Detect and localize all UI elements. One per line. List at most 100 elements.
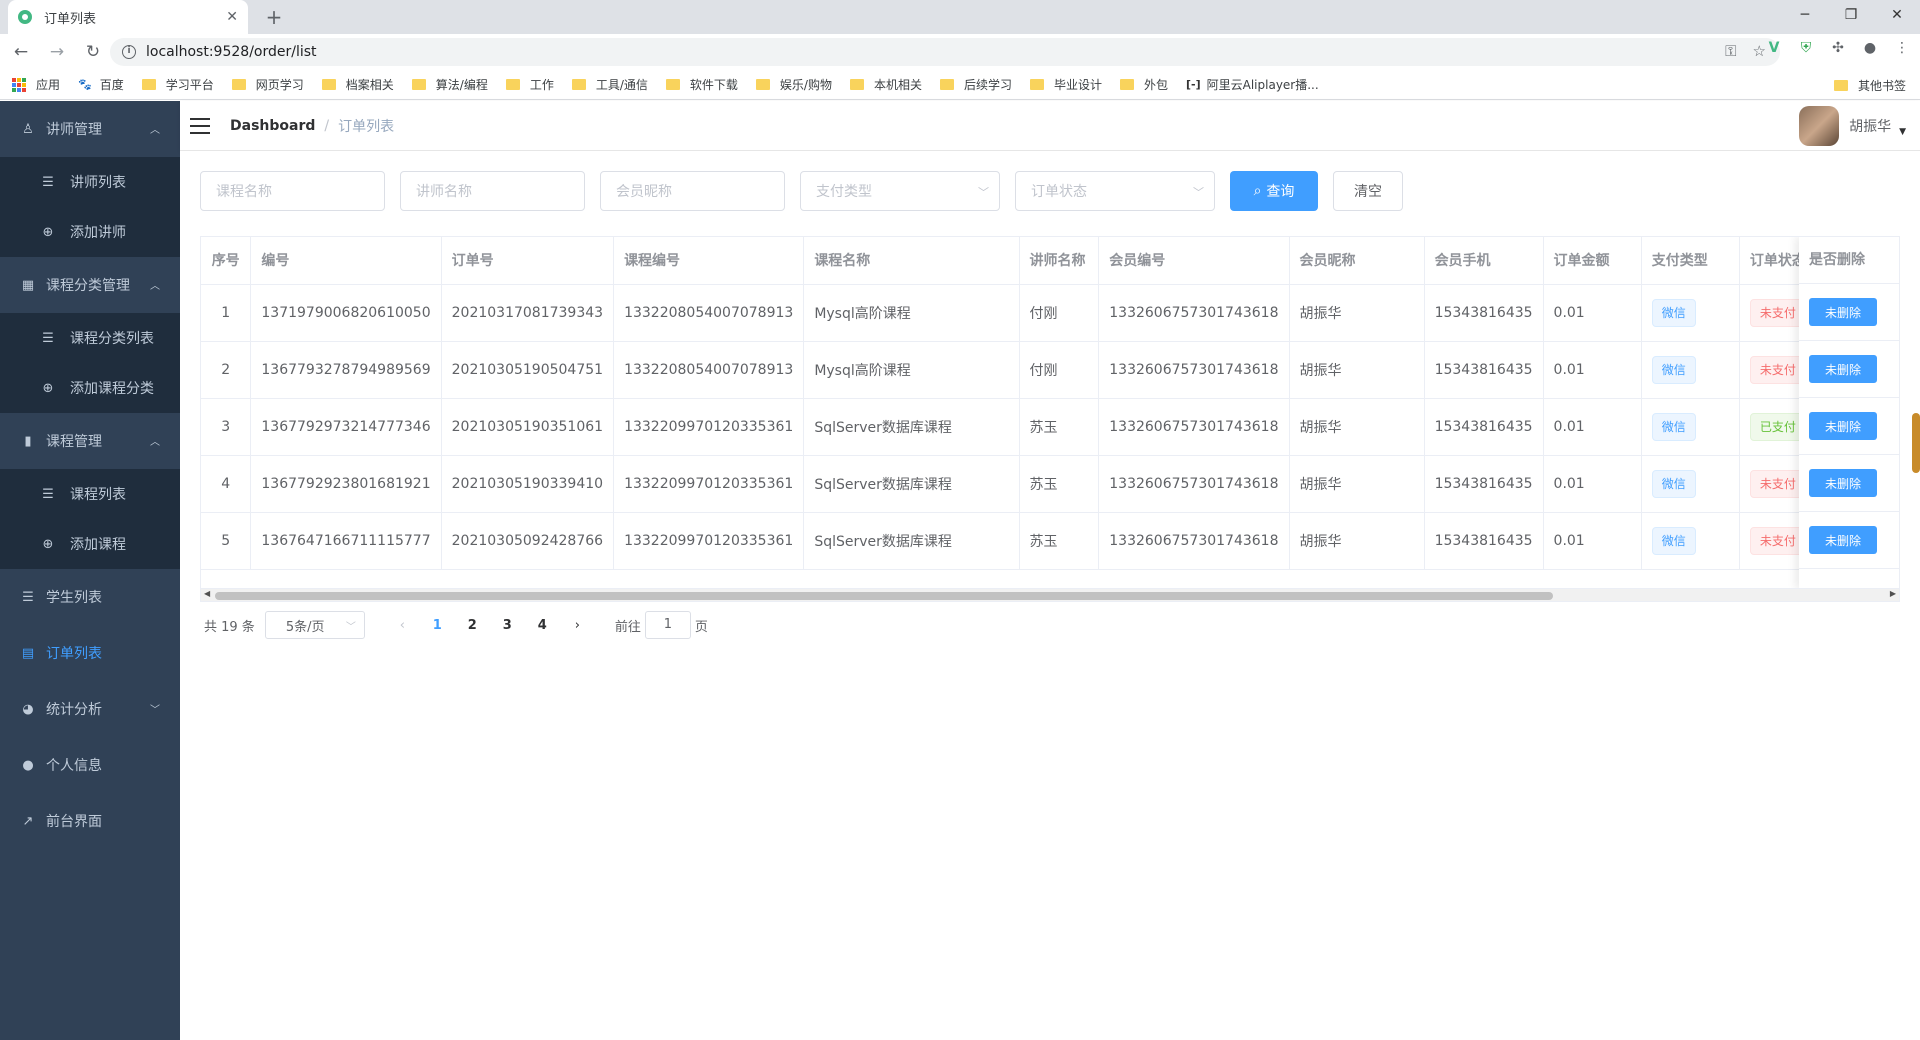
more-icon[interactable]: ⋮ <box>1892 38 1912 58</box>
other-bookmarks[interactable]: 其他书签 <box>1833 77 1906 94</box>
submenu: ☰ 课程分类列表 ⊕ 添加课程分类 <box>0 313 180 413</box>
clear-button[interactable]: 清空 <box>1333 171 1403 211</box>
teacher-name-input[interactable]: 讲师名称 <box>400 171 585 211</box>
not-deleted-button[interactable]: 未删除 <box>1809 355 1877 383</box>
breadcrumb: Dashboard / 订单列表 <box>230 116 394 136</box>
user-dropdown[interactable]: 胡振华 ▼ <box>1799 106 1906 146</box>
sidebar-subitem[interactable]: ☰ 讲师列表 <box>0 157 180 207</box>
sidebar-subitem[interactable]: ⊕ 添加课程分类 <box>0 363 180 413</box>
page-jumper: 前往 1 页 <box>615 611 708 639</box>
sidebar-subitem[interactable]: ⊕ 添加讲师 <box>0 207 180 257</box>
scrollbar-thumb[interactable] <box>215 592 1553 600</box>
cell-pay_type: 微信 <box>1641 512 1740 570</box>
caret-down-icon[interactable]: ▼ <box>1899 127 1906 137</box>
apps-icon <box>12 77 26 92</box>
vue-devtools-icon[interactable]: V <box>1764 38 1784 58</box>
goto-page-input[interactable]: 1 <box>644 611 691 639</box>
page-number-4[interactable]: 4 <box>525 618 560 633</box>
back-icon[interactable]: ← <box>6 42 36 62</box>
sidebar-item-0[interactable]: ☰ 学生列表 <box>0 569 180 625</box>
order-status-select[interactable]: 订单状态 ﹀ <box>1015 171 1215 211</box>
scroll-left-icon[interactable]: ◀ <box>204 589 210 598</box>
sidebar-group-1[interactable]: ▦ 课程分类管理 ︿ <box>0 257 180 313</box>
course-name-input[interactable]: 课程名称 <box>200 171 385 211</box>
other-bookmarks-label: 其他书签 <box>1857 79 1906 93</box>
bookmark-item[interactable]: 后续学习 <box>939 76 1012 93</box>
bookmark-item[interactable]: 软件下载 <box>665 76 738 93</box>
prev-page-icon[interactable]: ‹ <box>385 618 420 633</box>
bookmark-item[interactable]: 娱乐/购物 <box>755 76 832 93</box>
hamburger-icon[interactable] <box>190 117 210 134</box>
minimize-icon[interactable]: ─ <box>1782 0 1828 30</box>
pay-type-select[interactable]: 支付类型 ﹀ <box>800 171 1000 211</box>
bookmark-item[interactable]: 本机相关 <box>849 76 922 93</box>
horizontal-scrollbar[interactable]: ◀ ▶ <box>200 588 1900 602</box>
sidebar-item-2[interactable]: ◕ 统计分析 ﹀ <box>0 681 180 737</box>
sidebar-subitem[interactable]: ☰ 课程分类列表 <box>0 313 180 363</box>
breadcrumb-home[interactable]: Dashboard <box>230 118 315 134</box>
sidebar-group-0[interactable]: ♙ 讲师管理 ︿ <box>0 101 180 157</box>
info-icon[interactable]: i <box>122 45 136 59</box>
bookmarks-bar: 应用 🐾 百度 学习平台 网页学习 档案相关 算法/编程 工作 工具/通信 软件下载 娱乐/购物 本机… <box>0 70 1920 100</box>
cell-course_name: SqlServer数据库课程 <box>803 455 1020 513</box>
fixed-cell: 未删除 <box>1799 398 1899 455</box>
scroll-right-icon[interactable]: ▶ <box>1890 589 1896 598</box>
tab-title: 订单列表 <box>44 11 97 27</box>
cell-teacher: 付刚 <box>1019 284 1100 342</box>
member-nickname-input[interactable]: 会员昵称 <box>600 171 785 211</box>
puzzle-icon[interactable]: ✣ <box>1828 38 1848 58</box>
sidebar-group-label: 课程管理 <box>46 434 102 450</box>
sidebar-item-3[interactable]: ● 个人信息 <box>0 737 180 793</box>
page-number-2[interactable]: 2 <box>455 618 490 633</box>
folder-icon <box>141 79 156 90</box>
tab-close-icon[interactable]: ✕ <box>226 9 238 25</box>
query-button[interactable]: ⌕ 查询 <box>1230 171 1318 211</box>
browser-tab[interactable]: 订单列表 ✕ <box>8 0 248 34</box>
sidebar-subitem[interactable]: ☰ 课程列表 <box>0 469 180 519</box>
pay-type-tag: 微信 <box>1651 355 1696 384</box>
list-icon: ☰ <box>42 330 54 346</box>
new-tab-icon[interactable]: + <box>260 4 288 32</box>
bookmark-item[interactable]: 学习平台 <box>141 76 214 93</box>
page-size-select[interactable]: 5条/页 ﹀ <box>264 611 365 639</box>
bookmark-item[interactable]: 外包 <box>1120 76 1168 93</box>
bookmark-item[interactable]: 工作 <box>505 76 554 93</box>
key-icon[interactable]: ⚿ <box>1725 42 1736 60</box>
restore-icon[interactable]: ❐ <box>1828 0 1874 30</box>
sidebar-group-2[interactable]: ▮ 课程管理 ︿ <box>0 413 180 469</box>
profile-icon[interactable]: ● <box>1860 38 1880 58</box>
column-header: 订单金额 <box>1543 237 1642 285</box>
avatar[interactable] <box>1799 106 1840 146</box>
extension-shield-icon[interactable]: ⛨ <box>1796 38 1816 58</box>
page-number-3[interactable]: 3 <box>490 618 525 633</box>
cell-member_id: 1332606757301743618 <box>1098 284 1290 342</box>
chevron-down-icon: ﹀ <box>978 186 989 199</box>
bookmark-item[interactable]: 档案相关 <box>321 76 394 93</box>
not-deleted-button[interactable]: 未删除 <box>1809 469 1877 497</box>
bookmark-item[interactable]: 应用 <box>12 76 60 93</box>
vertical-scrollbar-thumb[interactable] <box>1912 413 1920 473</box>
sidebar-item-1[interactable]: ▤ 订单列表 <box>0 625 180 681</box>
sidebar-subitem[interactable]: ⊕ 添加课程 <box>0 519 180 569</box>
pay-type-tag: 微信 <box>1651 298 1696 327</box>
bookmark-item[interactable]: 工具/通信 <box>571 76 648 93</box>
page-number-1[interactable]: 1 <box>420 618 455 633</box>
reload-icon[interactable]: ↻ <box>78 42 108 62</box>
bookmark-item[interactable]: 🐾 百度 <box>78 76 124 93</box>
sidebar-item-label: 前台界面 <box>46 814 102 830</box>
bookmark-item[interactable]: 毕业设计 <box>1029 76 1102 93</box>
next-page-icon[interactable]: › <box>560 618 595 633</box>
cell-member_id: 1332606757301743618 <box>1098 398 1290 456</box>
address-bar[interactable]: i localhost:9528/order/list ⚿ ☆ <box>110 38 1780 66</box>
not-deleted-button[interactable]: 未删除 <box>1809 526 1877 554</box>
bookmark-label: 娱乐/购物 <box>779 78 832 92</box>
bookmark-item[interactable]: [-] 阿里云Aliplayer播... <box>1186 76 1319 93</box>
close-window-icon[interactable]: ✕ <box>1874 0 1920 30</box>
bookmark-item[interactable]: 网页学习 <box>231 76 304 93</box>
not-deleted-button[interactable]: 未删除 <box>1809 412 1877 440</box>
forward-icon[interactable]: → <box>42 42 72 62</box>
bookmark-item[interactable]: 算法/编程 <box>411 76 488 93</box>
sidebar-item-4[interactable]: ↗ 前台界面 <box>0 793 180 849</box>
cell-amount: 0.01 <box>1543 341 1642 399</box>
not-deleted-button[interactable]: 未删除 <box>1809 298 1877 326</box>
